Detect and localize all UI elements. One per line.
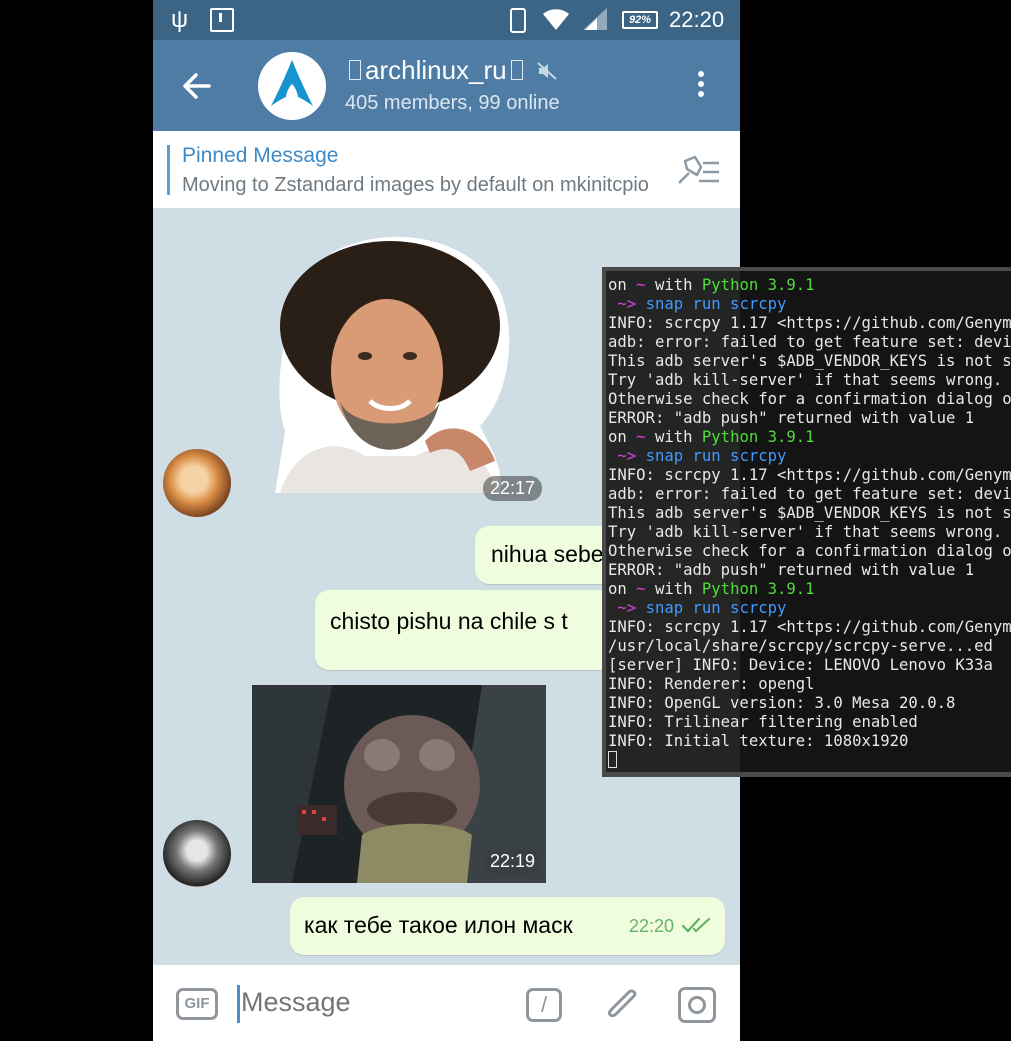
status-time: 22:20 [669, 7, 725, 32]
terminal-line: Try 'adb kill-server' if that seems wron… [608, 371, 1003, 389]
terminal-line: This adb server's $ADB_VENDOR_KEYS is no… [608, 504, 1011, 522]
video-time: 22:19 [483, 849, 543, 874]
terminal-line: Otherwise check for a confirmation dialo… [608, 542, 1011, 560]
sender-avatar-cat[interactable] [163, 449, 231, 517]
unpin-list-icon[interactable] [675, 153, 721, 187]
muted-speaker-icon [537, 62, 557, 80]
terminal-line: ~> snap run scrcpy [608, 447, 787, 465]
bot-commands-button[interactable]: / [526, 988, 562, 1022]
terminal-line: adb: error: failed to get feature set: d… [608, 333, 1011, 351]
terminal-line: /usr/local/share/scrcpy/scrcpy-serve...e… [608, 637, 993, 655]
back-arrow-icon[interactable] [179, 68, 215, 104]
camera-icon[interactable] [678, 987, 716, 1023]
pinned-accent-bar [167, 145, 170, 195]
terminal-line: ~> snap run scrcpy [608, 599, 787, 617]
sd-card-icon [210, 8, 234, 32]
pinned-text: Moving to Zstandard images by default on… [182, 174, 649, 196]
chat-members-count: 405 members, 99 online [345, 92, 560, 114]
terminal-line: ~> snap run scrcpy [608, 295, 787, 313]
terminal-line: Otherwise check for a confirmation dialo… [608, 390, 1011, 408]
terminal-line: INFO: Trilinear filtering enabled [608, 713, 918, 731]
terminal-line: adb: error: failed to get feature set: d… [608, 485, 1011, 503]
text-caret [237, 985, 240, 1023]
gif-button[interactable]: GIF [176, 988, 218, 1020]
placeholder-glyph-icon [349, 60, 361, 80]
terminal-line: INFO: scrcpy 1.17 <https://github.com/Ge… [608, 618, 1011, 636]
chat-header: archlinux_ru 405 members, 99 online [153, 40, 740, 131]
pinned-message-bar[interactable]: Pinned Message Moving to Zstandard image… [153, 131, 740, 209]
usb-icon: ψ [171, 6, 189, 33]
double-check-icon [682, 917, 711, 933]
attach-paperclip-icon[interactable] [602, 984, 642, 1026]
terminal-output: on ~ with Python 3.9.1 ~> snap run scrcp… [608, 276, 1011, 770]
chat-title[interactable]: archlinux_ru [345, 55, 558, 86]
message-input-bar: GIF / [153, 965, 740, 1041]
status-bar: ψ 92% 22:20 [153, 0, 740, 40]
more-options-icon[interactable] [693, 68, 709, 104]
terminal-line: on ~ with Python 3.9.1 [608, 428, 815, 446]
sticker-time: 22:17 [483, 476, 543, 501]
terminal-line: This adb server's $ADB_VENDOR_KEYS is no… [608, 352, 1011, 370]
terminal-cursor [608, 751, 617, 768]
terminal-line: ERROR: "adb push" returned with value 1 [608, 409, 975, 427]
message-time: 22:20 [629, 916, 675, 936]
terminal-line: ERROR: "adb push" returned with value 1 [608, 561, 975, 579]
terminal-line: Try 'adb kill-server' if that seems wron… [608, 523, 1003, 541]
signal-icon [583, 8, 607, 30]
chat-avatar[interactable] [258, 52, 326, 120]
message-input[interactable] [241, 987, 511, 1018]
terminal-line: on ~ with Python 3.9.1 [608, 580, 815, 598]
arch-logo-icon [271, 60, 313, 106]
terminal-line: INFO: Initial texture: 1080x1920 [608, 732, 909, 750]
terminal-line: on ~ with Python 3.9.1 [608, 276, 815, 294]
terminal-line: INFO: scrcpy 1.17 <https://github.com/Ge… [608, 466, 1011, 484]
terminal-line: [server] INFO: Device: LENOVO Lenovo K33… [608, 656, 993, 674]
wifi-icon [543, 9, 569, 30]
battery-icon: 92% [622, 11, 658, 29]
terminal-line: INFO: OpenGL version: 3.0 Mesa 20.0.8 [608, 694, 956, 712]
phone-icon [510, 8, 526, 33]
terminal-line: INFO: Renderer: opengl [608, 675, 815, 693]
sender-avatar-user[interactable] [163, 820, 231, 888]
pinned-title: Pinned Message [182, 144, 339, 167]
placeholder-glyph-icon [510, 60, 523, 80]
terminal-line: INFO: scrcpy 1.17 <https://github.com/Ge… [608, 314, 1011, 332]
terminal-window[interactable]: on ~ with Python 3.9.1 ~> snap run scrcp… [602, 267, 1011, 777]
outgoing-message[interactable]: как тебе такое илон маск 22:20 [290, 897, 725, 955]
sticker-painter-image[interactable] [265, 231, 515, 495]
terminal-prompt-line [608, 751, 1011, 770]
